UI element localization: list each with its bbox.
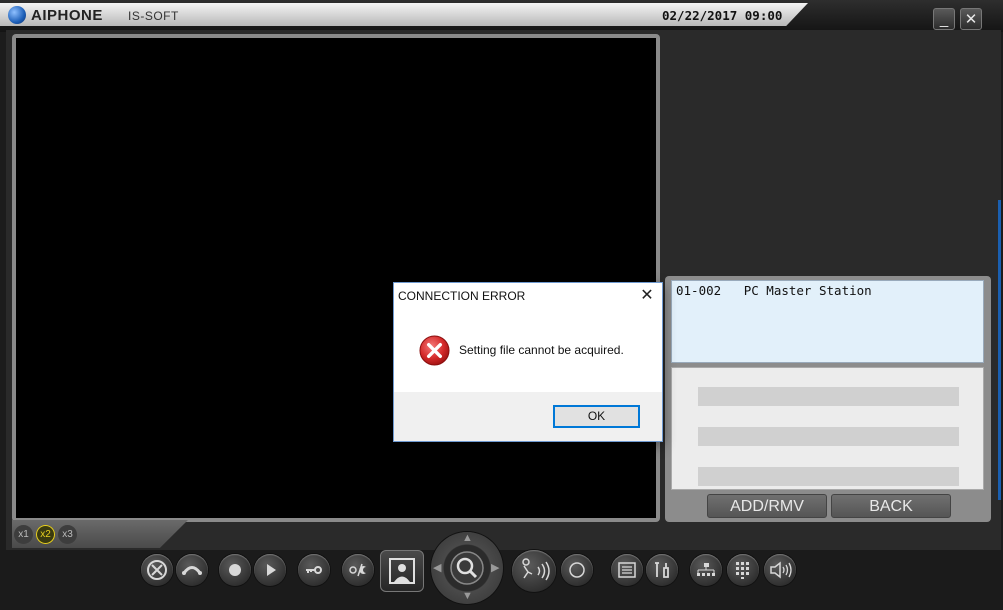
list-icon[interactable] xyxy=(611,554,643,586)
option-icon[interactable] xyxy=(561,554,593,586)
dialog-message: Setting file cannot be acquired. xyxy=(459,343,624,357)
dialog-title: CONNECTION ERROR xyxy=(398,289,526,303)
end-call-icon[interactable] xyxy=(141,554,173,586)
empty-slot[interactable] xyxy=(698,427,959,446)
pan-down-icon[interactable]: ▼ xyxy=(462,590,473,602)
settings-icon[interactable] xyxy=(646,554,678,586)
talk-icon[interactable] xyxy=(512,550,556,592)
volume-icon[interactable] xyxy=(764,554,796,586)
play-icon[interactable] xyxy=(254,554,286,586)
pan-tilt-control[interactable]: ▲ ▼ ◀ ▶ xyxy=(431,532,503,604)
camera-view-icon xyxy=(389,558,415,584)
back-button[interactable]: BACK xyxy=(831,494,951,518)
minimize-button[interactable]: _ xyxy=(933,8,955,30)
station-entry[interactable]: 01-002 PC Master Station xyxy=(676,283,872,298)
close-button[interactable]: ✕ xyxy=(960,8,982,30)
pan-left-icon[interactable]: ◀ xyxy=(433,561,441,574)
empty-slot[interactable] xyxy=(698,387,959,406)
pan-right-icon[interactable]: ▶ xyxy=(491,561,499,574)
video-display xyxy=(16,38,656,518)
door-release-icon[interactable] xyxy=(298,554,330,586)
empty-slot[interactable] xyxy=(698,467,959,486)
keypad-icon[interactable] xyxy=(727,554,759,586)
zoom-x3-button[interactable]: x3 xyxy=(58,525,77,544)
zoom-icon[interactable] xyxy=(449,550,485,586)
brand-name: AIPHONE xyxy=(31,7,103,24)
window-edge xyxy=(998,200,1001,500)
zoom-x2-button[interactable]: x2 xyxy=(36,525,55,544)
dialog-footer: OK xyxy=(394,392,662,441)
connection-error-dialog: CONNECTION ERROR ✕ Setting file cannot b… xyxy=(393,282,663,442)
station-list[interactable]: 01-002 PC Master Station xyxy=(671,280,984,363)
error-icon xyxy=(419,335,450,366)
title-bar: AIPHONE IS-SOFT 02/22/2017 09:00 _ ✕ xyxy=(0,0,1003,32)
pan-up-icon[interactable]: ▲ xyxy=(462,532,473,544)
date-time-display: 02/22/2017 09:00 xyxy=(662,8,783,23)
aiphone-logo-icon xyxy=(8,6,26,24)
camera-view-button[interactable] xyxy=(380,550,424,592)
product-name: IS-SOFT xyxy=(128,9,179,23)
dialog-close-icon[interactable]: ✕ xyxy=(637,286,657,306)
station-slots xyxy=(671,367,984,490)
day-night-icon[interactable] xyxy=(342,554,374,586)
network-icon[interactable] xyxy=(690,554,722,586)
add-remove-button[interactable]: ADD/RMV xyxy=(707,494,827,518)
ok-button[interactable]: OK xyxy=(553,405,640,428)
zoom-x1-button[interactable]: x1 xyxy=(14,525,33,544)
record-icon[interactable] xyxy=(219,554,251,586)
call-icon[interactable] xyxy=(176,554,208,586)
